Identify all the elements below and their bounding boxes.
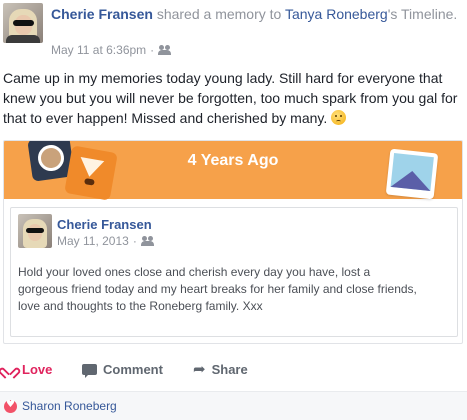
love-reaction-icon: [4, 399, 17, 413]
share-arrow-icon: ➦: [193, 360, 206, 378]
original-author-name[interactable]: Cherie Fransen: [57, 217, 152, 232]
friends-icon[interactable]: [158, 45, 172, 55]
meta-separator: ·: [150, 43, 155, 57]
memory-banner: 4 Years Ago: [4, 141, 462, 201]
action-text: shared a memory to: [152, 6, 285, 22]
reactions-row: Sharon Roneberg: [0, 391, 467, 420]
post-meta: May 11 at 6:36pm ·: [51, 43, 172, 57]
author-name[interactable]: Cherie Fransen: [51, 6, 153, 22]
original-author-avatar[interactable]: [18, 214, 52, 248]
comment-icon: [82, 363, 97, 378]
post-timestamp[interactable]: May 11 at 6:36pm: [51, 43, 146, 57]
reaction-names[interactable]: Sharon Roneberg: [22, 399, 117, 413]
share-button[interactable]: ➦ Share: [193, 357, 248, 381]
heart-icon: [3, 363, 16, 375]
target-name[interactable]: Tanya Roneberg: [285, 6, 388, 22]
action-bar: Love Comment ➦ Share: [0, 357, 467, 381]
meta-separator: ·: [132, 234, 137, 248]
post-text: Came up in my memories today young lady.…: [3, 70, 458, 126]
original-post-timestamp[interactable]: May 11, 2013: [57, 234, 129, 248]
target-suffix: 's Timeline.: [387, 6, 458, 22]
friends-icon[interactable]: [140, 236, 155, 246]
love-button[interactable]: Love: [3, 357, 52, 381]
memory-post: Cherie Fransen shared a memory to Tanya …: [0, 0, 467, 420]
post-header: Cherie Fransen shared a memory to Tanya …: [51, 4, 461, 24]
memory-card[interactable]: 4 Years Ago Cherie Fransen May 11, 2013 …: [3, 140, 463, 344]
share-label: Share: [211, 361, 248, 377]
sad-face-emoji-icon: [331, 110, 347, 125]
comment-label: Comment: [103, 361, 163, 377]
comment-button[interactable]: Comment: [82, 357, 163, 381]
original-post-meta: May 11, 2013 ·: [57, 234, 155, 248]
original-post[interactable]: Cherie Fransen May 11, 2013 · Hold your …: [10, 207, 458, 337]
memory-title: 4 Years Ago: [187, 152, 279, 169]
love-label: Love: [22, 361, 53, 377]
original-post-text: Hold your loved ones close and cherish e…: [18, 265, 417, 313]
author-avatar[interactable]: [3, 3, 43, 43]
